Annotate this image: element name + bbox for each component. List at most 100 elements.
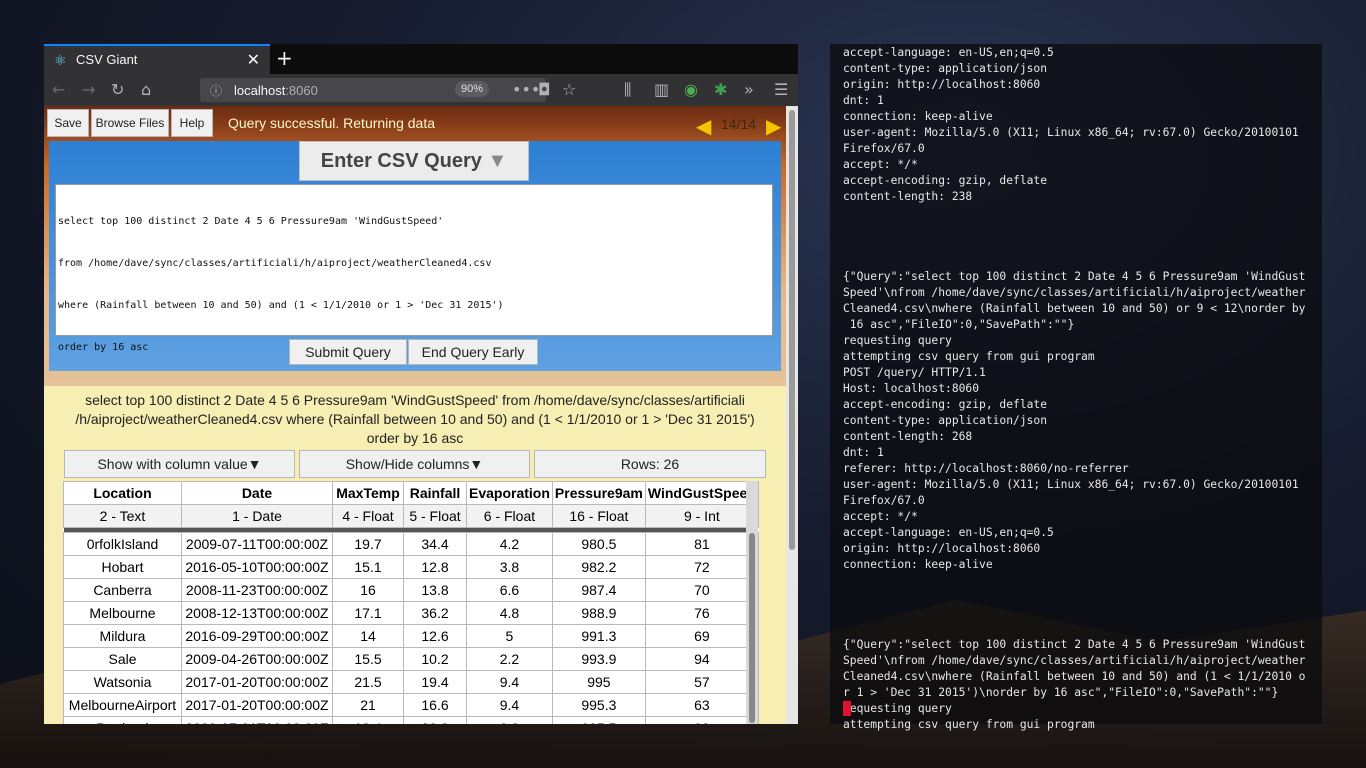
table-cell[interactable]: 995.3 <box>551 693 646 717</box>
column-header[interactable]: Evaporation <box>466 481 553 505</box>
query-title-button[interactable]: Enter CSV Query ▼ <box>299 141 529 181</box>
column-header[interactable]: Rainfall <box>403 481 467 505</box>
table-cell[interactable]: 34.4 <box>403 532 467 556</box>
table-cell[interactable]: 10.2 <box>403 647 467 671</box>
sidebar-icon[interactable]: ▥ <box>654 80 669 99</box>
table-row[interactable]: Watsonia 2017-01-20T00:00:00Z 21.5 19.4 9.4 9… <box>63 670 759 694</box>
column-header[interactable]: MaxTemp <box>332 481 404 505</box>
table-cell[interactable]: 988.9 <box>551 601 646 625</box>
table-cell[interactable]: 5 <box>466 624 553 648</box>
table-cell[interactable]: 2009-07-11T00:00:00Z <box>181 532 333 556</box>
table-cell[interactable]: 2017-01-20T00:00:00Z <box>181 693 333 717</box>
table-row[interactable]: Hobart 2016-05-10T00:00:00Z 15.1 12.8 3.8 982… <box>63 555 759 579</box>
table-cell[interactable]: 98 <box>644 716 759 724</box>
table-cell[interactable]: 4.2 <box>466 532 553 556</box>
table-cell[interactable]: 21 <box>332 693 404 717</box>
tab-csv-giant[interactable]: ⚛ CSV Giant ✕ <box>44 44 270 74</box>
table-cell[interactable]: 15.1 <box>332 555 404 579</box>
menu-icon[interactable]: ☰ <box>774 80 788 99</box>
table-cell[interactable]: 72 <box>644 555 759 579</box>
terminal-window[interactable]: accept-language: en-US,en;q=0.5 content-t… <box>830 44 1322 731</box>
table-cell[interactable]: 995.5 <box>551 716 646 724</box>
table-cell[interactable]: 0rfolkIsland <box>63 532 182 556</box>
next-arrow-icon[interactable]: ▶ <box>766 114 781 138</box>
table-cell[interactable]: 57 <box>644 670 759 694</box>
extension-icon[interactable]: ✱ <box>714 80 727 99</box>
table-row[interactable]: Mildura 2016-09-29T00:00:00Z 14 12.6 5 991.3 6… <box>63 624 759 648</box>
show-hide-columns-dropdown[interactable]: Show/Hide columns▼ <box>299 450 530 478</box>
home-icon[interactable]: ⌂ <box>141 80 151 99</box>
table-cell[interactable]: 15.5 <box>332 647 404 671</box>
table-cell[interactable]: 16.6 <box>403 693 467 717</box>
back-icon[interactable]: ← <box>52 80 65 99</box>
table-row[interactable]: Canberra 2008-11-23T00:00:00Z 16 13.8 6.6 987… <box>63 578 759 602</box>
table-cell[interactable]: 14 <box>332 624 404 648</box>
table-cell[interactable]: 13.4 <box>332 716 404 724</box>
table-scrollbar[interactable] <box>746 481 758 724</box>
table-cell[interactable]: Melbourne <box>63 601 182 625</box>
table-cell[interactable]: 12.6 <box>403 624 467 648</box>
table-scrollbar-thumb[interactable] <box>749 533 755 723</box>
table-cell[interactable]: 76 <box>644 601 759 625</box>
table-cell[interactable]: 81 <box>644 532 759 556</box>
table-cell[interactable]: 2008-12-13T00:00:00Z <box>181 601 333 625</box>
table-cell[interactable]: 36.2 <box>403 601 467 625</box>
table-cell[interactable]: 2009-07-01T00:00:00Z <box>181 716 333 724</box>
table-cell[interactable]: 19.4 <box>403 670 467 694</box>
table-row[interactable]: MelbourneAirport 2017-01-20T00:00:00Z 21 16… <box>63 693 759 717</box>
sync-icon[interactable]: ◉ <box>684 80 698 99</box>
table-cell[interactable]: Sale <box>63 647 182 671</box>
column-header[interactable]: Pressure9am <box>551 481 646 505</box>
column-header[interactable]: Location <box>63 481 182 505</box>
table-cell[interactable]: 2.2 <box>466 647 553 671</box>
browse-files-button[interactable]: Browse Files <box>91 109 169 137</box>
table-cell[interactable]: 4.8 <box>466 601 553 625</box>
submit-query-button[interactable]: Submit Query <box>289 339 407 365</box>
pocket-icon[interactable]: ◘ <box>538 80 551 99</box>
url-bar[interactable]: ⓘ localhost:8060 90% <box>200 78 546 102</box>
table-cell[interactable]: 12.8 <box>403 555 467 579</box>
table-cell[interactable]: 2009-04-26T00:00:00Z <box>181 647 333 671</box>
table-cell[interactable]: 2016-05-10T00:00:00Z <box>181 555 333 579</box>
end-query-early-button[interactable]: End Query Early <box>408 339 538 365</box>
page-scrollbar-thumb[interactable] <box>789 110 795 550</box>
table-cell[interactable]: Watsonia <box>63 670 182 694</box>
table-cell[interactable]: 987.4 <box>551 578 646 602</box>
table-cell[interactable]: 30.2 <box>403 716 467 724</box>
table-cell[interactable]: 3.8 <box>466 555 553 579</box>
table-cell[interactable]: 2016-09-29T00:00:00Z <box>181 624 333 648</box>
zoom-badge[interactable]: 90% <box>455 81 490 97</box>
table-cell[interactable]: 0.8 <box>466 716 553 724</box>
table-cell[interactable]: 9.4 <box>466 670 553 694</box>
help-button[interactable]: Help <box>171 109 213 137</box>
table-row[interactable]: Sale 2009-04-26T00:00:00Z 15.5 10.2 2.2 993.9… <box>63 647 759 671</box>
table-cell[interactable]: 21.5 <box>332 670 404 694</box>
table-cell[interactable]: 9.4 <box>466 693 553 717</box>
table-row[interactable]: 0rfolkIsland 2009-07-11T00:00:00Z 19.7 34.4… <box>63 532 759 556</box>
table-cell[interactable]: 16 <box>332 578 404 602</box>
table-cell[interactable]: 13.8 <box>403 578 467 602</box>
bookmark-star-icon[interactable]: ☆ <box>562 80 576 99</box>
table-cell[interactable]: 17.1 <box>332 601 404 625</box>
table-cell[interactable]: 2008-11-23T00:00:00Z <box>181 578 333 602</box>
page-actions-icon[interactable]: ••• <box>512 80 540 99</box>
prev-arrow-icon[interactable]: ◀ <box>696 114 711 138</box>
table-cell[interactable]: 993.9 <box>551 647 646 671</box>
table-cell[interactable]: 70 <box>644 578 759 602</box>
table-cell[interactable]: 6.6 <box>466 578 553 602</box>
overflow-icon[interactable]: » <box>744 80 754 99</box>
table-cell[interactable]: 19.7 <box>332 532 404 556</box>
info-icon[interactable]: ⓘ <box>210 82 222 99</box>
table-cell[interactable]: Portland <box>63 716 182 724</box>
forward-icon[interactable]: → <box>82 80 95 99</box>
table-cell[interactable]: 94 <box>644 647 759 671</box>
table-cell[interactable]: Canberra <box>63 578 182 602</box>
table-cell[interactable]: Mildura <box>63 624 182 648</box>
table-row[interactable]: Melbourne 2008-12-13T00:00:00Z 17.1 36.2 4.8… <box>63 601 759 625</box>
table-cell[interactable]: 69 <box>644 624 759 648</box>
table-cell[interactable]: 2017-01-20T00:00:00Z <box>181 670 333 694</box>
query-textarea[interactable]: select top 100 distinct 2 Date 4 5 6 Pre… <box>55 184 773 353</box>
new-tab-button[interactable]: + <box>276 46 293 70</box>
reload-icon[interactable]: ↻ <box>111 80 124 99</box>
table-cell[interactable]: 995 <box>551 670 646 694</box>
